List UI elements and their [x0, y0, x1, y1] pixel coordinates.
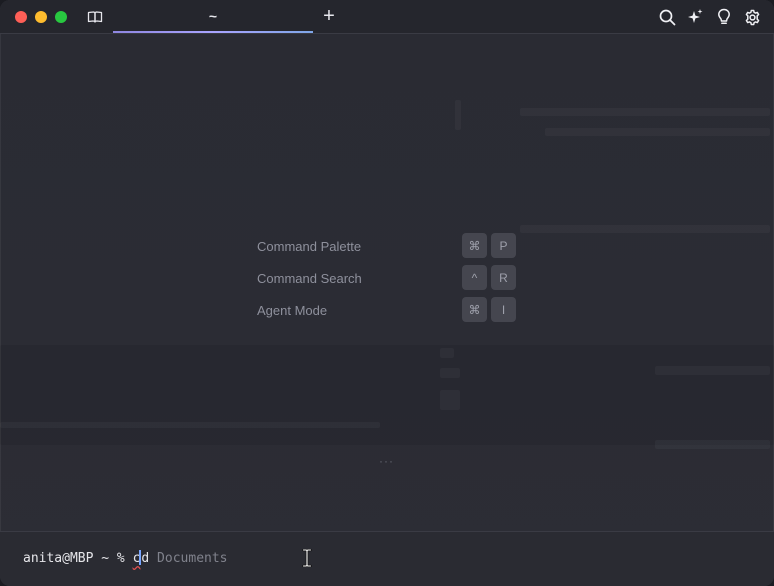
shortcut-label: Agent Mode — [257, 303, 328, 318]
terminal-window: ~ + Command Palette ⌘ P Command Search ^… — [0, 0, 774, 586]
key-p: P — [491, 233, 516, 258]
lightbulb-icon[interactable] — [715, 8, 733, 26]
maximize-window-button[interactable] — [55, 11, 67, 23]
search-icon[interactable] — [658, 8, 676, 26]
prompt-text: anita@MBP ~ % — [23, 551, 133, 566]
background-ghost — [440, 390, 460, 410]
key-r: R — [491, 265, 516, 290]
new-tab-button[interactable]: + — [320, 6, 338, 26]
title-bar: ~ + — [0, 0, 774, 34]
ibeam-cursor-icon — [302, 548, 312, 568]
shortcut-agent-mode[interactable]: Agent Mode ⌘ I — [257, 297, 519, 329]
more-indicator: ··· — [379, 454, 394, 468]
shortcut-command-palette[interactable]: Command Palette ⌘ P — [257, 233, 519, 265]
close-window-button[interactable] — [15, 11, 27, 23]
autosuggestion: Documents — [149, 551, 228, 566]
shortcut-command-search[interactable]: Command Search ^ R — [257, 265, 519, 297]
background-ghost — [440, 348, 454, 358]
tab-title: ~ — [208, 7, 218, 24]
key-i: I — [491, 297, 516, 322]
shortcut-hints: Command Palette ⌘ P Command Search ^ R A… — [257, 233, 519, 329]
background-ghost — [655, 440, 770, 449]
tab-home[interactable]: ~ — [113, 0, 313, 33]
minimize-window-button[interactable] — [35, 11, 47, 23]
background-ghost — [455, 100, 461, 130]
shortcut-label: Command Palette — [257, 239, 362, 254]
background-ghost — [0, 345, 774, 445]
command-input[interactable]: anita@MBP ~ % cd Documents — [23, 550, 228, 566]
gear-icon[interactable] — [743, 8, 761, 26]
background-ghost — [440, 368, 460, 378]
sparkle-ai-icon[interactable] — [686, 8, 704, 26]
background-ghost — [545, 128, 770, 136]
key-ctrl: ^ — [462, 265, 487, 290]
background-ghost — [520, 108, 770, 116]
typed-command: cd — [133, 550, 149, 566]
shortcut-label: Command Search — [257, 271, 362, 286]
background-ghost — [520, 225, 770, 233]
background-ghost — [0, 422, 380, 428]
active-tab-indicator — [113, 31, 313, 33]
key-cmd: ⌘ — [462, 233, 487, 258]
command-input-area[interactable]: anita@MBP ~ % cd Documents — [0, 531, 774, 586]
sidebar-book-icon[interactable] — [86, 8, 104, 26]
background-ghost — [655, 366, 770, 375]
key-cmd: ⌘ — [462, 297, 487, 322]
